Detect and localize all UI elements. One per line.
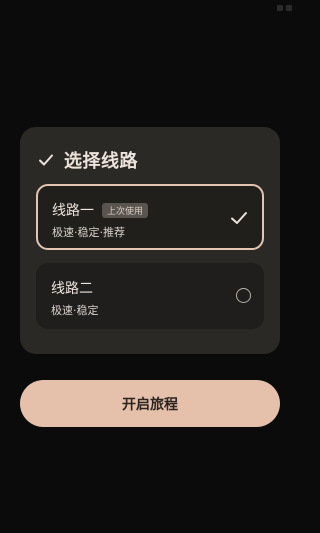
dialog-header: 选择线路 (38, 147, 138, 173)
check-icon (38, 152, 54, 168)
route-description: 极速·稳定 (51, 304, 99, 317)
route-select-dialog: 选择线路 线路一 上次使用 极速·稳定·推荐 线路二 极速·稳定 (20, 127, 280, 354)
check-icon (230, 209, 248, 227)
route-description: 极速·稳定·推荐 (52, 226, 125, 239)
route-name: 线路一 (52, 203, 94, 219)
route-name-row: 线路一 上次使用 (52, 200, 149, 220)
app-screen: 选择线路 线路一 上次使用 极速·稳定·推荐 线路二 极速·稳定 开启旅程 (0, 0, 300, 533)
status-bar (0, 0, 300, 16)
route-option-2[interactable]: 线路二 极速·稳定 (36, 263, 264, 329)
last-used-badge: 上次使用 (102, 202, 149, 218)
status-icons (277, 5, 292, 11)
battery-icon (286, 5, 292, 11)
route-option-1[interactable]: 线路一 上次使用 极速·稳定·推荐 (36, 184, 264, 250)
route-name: 线路二 (51, 281, 93, 297)
dialog-title: 选择线路 (64, 151, 138, 172)
radio-circle-icon[interactable] (236, 288, 251, 303)
start-journey-button[interactable]: 开启旅程 (20, 380, 280, 427)
route-name-row: 线路二 (51, 278, 93, 298)
wifi-icon (277, 5, 283, 11)
